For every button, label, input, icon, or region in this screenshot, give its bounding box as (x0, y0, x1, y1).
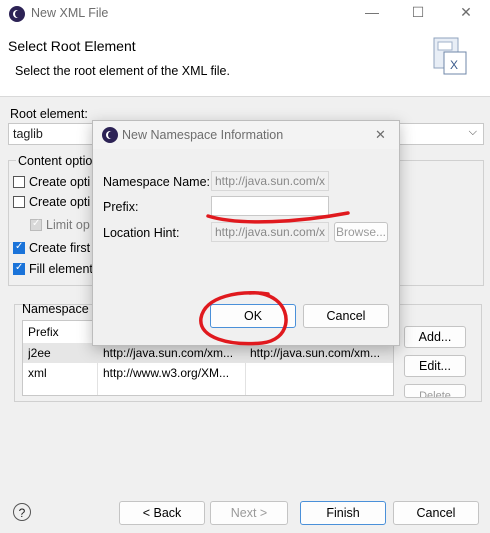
namespace-name-label: Namespace Name: (103, 175, 210, 189)
minimize-icon[interactable]: — (357, 4, 387, 20)
ok-button[interactable]: OK (210, 304, 296, 328)
add-button[interactable]: Add... (404, 326, 466, 348)
window-title-bar: New XML File — ☐ ✕ (0, 0, 490, 28)
content-options-legend: Content optio (16, 154, 95, 168)
create-optional-attributes-checkbox[interactable] (13, 176, 25, 188)
checkbox-label: Create first (29, 241, 91, 255)
fill-elements-checkbox[interactable] (13, 262, 25, 275)
next-button[interactable]: Next > (210, 501, 288, 525)
window-title: New XML File (31, 6, 109, 20)
wizard-footer: ? < Back Next > Finish Cancel (0, 497, 490, 533)
checkbox-label: Limit op (46, 218, 90, 232)
namespace-name-field[interactable]: http://java.sun.com/x (211, 171, 329, 191)
eclipse-icon (102, 127, 118, 143)
back-button[interactable]: < Back (119, 501, 205, 525)
close-icon[interactable]: ✕ (375, 127, 386, 143)
table-row[interactable]: j2ee http://java.sun.com/xm... http://ja… (23, 343, 393, 363)
dialog-title: New Namespace Information (122, 128, 284, 142)
column-header-prefix[interactable]: Prefix (28, 325, 59, 339)
checkbox-label: Create opti (29, 175, 91, 189)
finish-button[interactable]: Finish (300, 501, 386, 525)
root-element-value: taglib (13, 127, 43, 141)
limit-optional-checkbox (30, 218, 42, 231)
xml-file-banner-icon: X (433, 37, 467, 75)
delete-button[interactable]: Delete (404, 384, 466, 398)
row-location: http://java.sun.com/xm... (250, 346, 381, 360)
create-optional-elements-checkbox[interactable] (13, 196, 25, 208)
svg-text:X: X (450, 58, 458, 72)
namespace-legend: Namespace I (22, 302, 96, 316)
chevron-down-icon[interactable]: ⌵ (469, 126, 477, 139)
wizard-header: Select Root Element Select the root elem… (0, 28, 490, 96)
location-hint-field[interactable]: http://java.sun.com/x (211, 222, 329, 242)
close-icon[interactable]: ✕ (451, 4, 481, 21)
row-prefix: xml (28, 366, 47, 380)
dialog-title-bar: New Namespace Information ✕ (93, 121, 399, 149)
prefix-input[interactable] (211, 196, 329, 216)
dialog-cancel-button[interactable]: Cancel (303, 304, 389, 328)
row-uri: http://www.w3.org/XM... (103, 366, 230, 380)
edit-button[interactable]: Edit... (404, 355, 466, 377)
page-title: Select Root Element (8, 38, 136, 54)
browse-button[interactable]: Browse... (334, 222, 388, 242)
page-description: Select the root element of the XML file. (15, 64, 230, 78)
table-row[interactable]: xml http://www.w3.org/XM... (23, 363, 393, 383)
help-icon[interactable]: ? (13, 503, 31, 521)
maximize-icon[interactable]: ☐ (403, 4, 433, 21)
cancel-button[interactable]: Cancel (393, 501, 479, 525)
row-uri: http://java.sun.com/xm... (103, 346, 234, 360)
location-hint-label: Location Hint: (103, 226, 180, 240)
eclipse-icon (9, 6, 25, 22)
checkbox-label: Fill element (29, 262, 93, 276)
new-namespace-dialog: New Namespace Information ✕ Namespace Na… (92, 120, 400, 346)
root-element-label: Root element: (10, 107, 88, 121)
prefix-label: Prefix: (103, 200, 139, 214)
row-prefix: j2ee (28, 346, 51, 360)
create-first-choice-checkbox[interactable] (13, 241, 25, 254)
checkbox-label: Create opti (29, 195, 91, 209)
